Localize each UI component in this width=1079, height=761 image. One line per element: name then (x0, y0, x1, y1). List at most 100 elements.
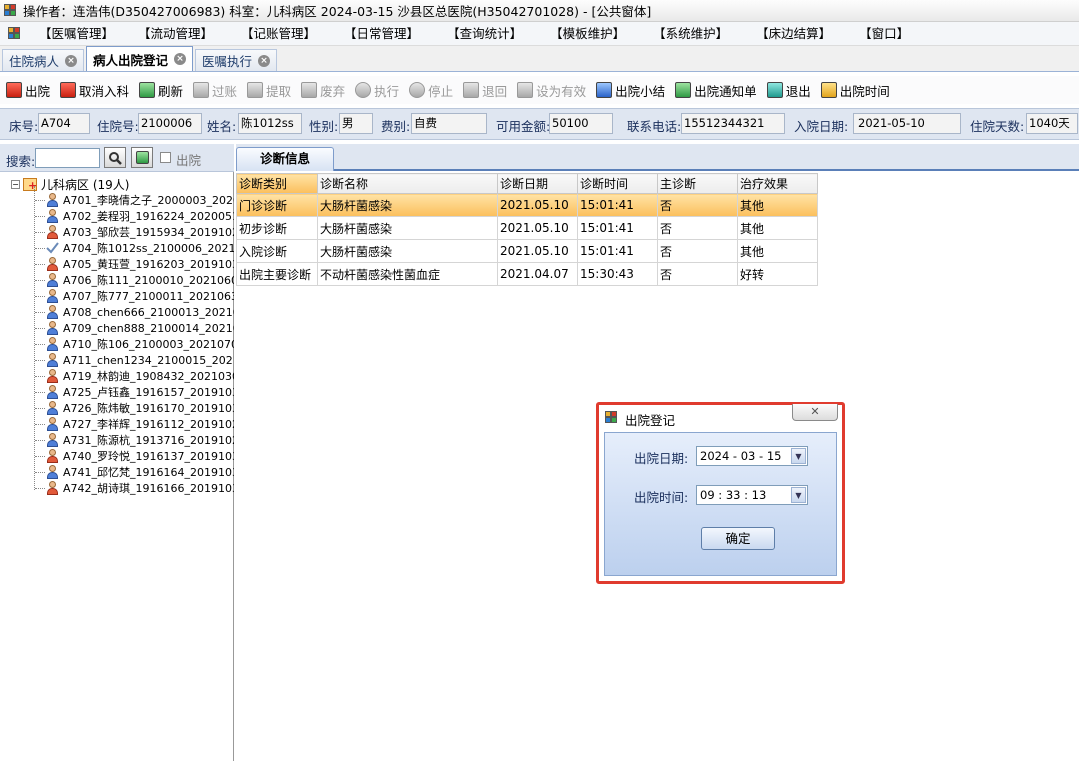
set-valid-button[interactable]: 设为有效 (517, 81, 586, 100)
extract-button[interactable]: 提取 (247, 81, 291, 100)
discharge-date-value: 2024 - 03 - 15 (700, 449, 782, 463)
admission-date-field: 2021-05-10 (853, 113, 961, 134)
menu-item-billing[interactable]: 【记账管理】 (231, 23, 326, 45)
collapse-icon[interactable]: − (11, 179, 20, 189)
stop-button[interactable]: 停止 (409, 81, 453, 100)
refresh-icon (135, 151, 149, 164)
tree-item-patient[interactable]: A719_林韵迪_1908432_20210309 (35, 368, 234, 384)
menu-item-orders[interactable]: 【医嘱管理】 (29, 23, 124, 45)
stay-days-label: 住院天数: (970, 119, 1025, 134)
tree-connector (35, 456, 45, 457)
tree-item-patient[interactable]: A709_chen888_2100014_2021070 (35, 320, 234, 336)
post-button[interactable]: 过账 (193, 81, 237, 100)
table-cell: 门诊诊断 (236, 193, 318, 217)
tree-item-patient[interactable]: A741_邱忆梵_1916164_20191030 (35, 464, 234, 480)
refresh-tree-button[interactable] (131, 147, 153, 168)
tab-diagnosis-info[interactable]: 诊断信息 (236, 147, 334, 171)
tree-item-label: A710_陈106_2100003_20210702_ (63, 338, 234, 351)
tree-item-label: A705_黄珏萱_1916203_20191031 (63, 258, 234, 271)
confirm-button[interactable]: 确定 (701, 527, 775, 550)
tab-discharge-registration[interactable]: 病人出院登记 × (86, 46, 194, 71)
menu-item-template[interactable]: 【模板维护】 (540, 23, 635, 45)
col-header[interactable]: 诊断类别 (236, 173, 318, 194)
tab-order-execution[interactable]: 医嘱执行 × (195, 49, 278, 71)
col-header[interactable]: 治疗效果 (737, 173, 818, 194)
close-icon[interactable]: × (65, 54, 78, 67)
tree-item-patient[interactable]: A705_黄珏萱_1916203_20191031 (35, 256, 234, 272)
discharge-summary-button[interactable]: 出院小结 (596, 81, 665, 100)
button-label: 刷新 (158, 83, 184, 99)
table-cell: 否 (657, 216, 738, 240)
table-cell: 出院主要诊断 (236, 262, 318, 286)
tree-item-patient[interactable]: A740_罗玲悦_1916137_20191030 (35, 448, 234, 464)
col-header[interactable]: 诊断名称 (317, 173, 498, 194)
menu-item-daily[interactable]: 【日常管理】 (334, 23, 429, 45)
tree-item-patient[interactable]: A704_陈1012ss_2100006_202105 (35, 240, 234, 256)
tree-connector (35, 408, 45, 409)
discard-button[interactable]: 废弃 (301, 81, 345, 100)
col-header[interactable]: 诊断日期 (497, 173, 578, 194)
dialog-close-button[interactable]: ✕ (792, 404, 838, 421)
menu-item-flow[interactable]: 【流动管理】 (128, 23, 223, 45)
trash-icon (301, 82, 318, 98)
tree-item-patient[interactable]: A701_李晓倩之子_2000003_2020 (35, 192, 234, 208)
tree-item-patient[interactable]: A702_姜程羽_1916224_20200518 (35, 208, 234, 224)
discharge-notice-button[interactable]: 出院通知单 (675, 81, 757, 100)
table-row[interactable]: 初步诊断 大肠杆菌感染 2021.05.10 15:01:41 否其他 (236, 216, 818, 240)
tree-item-patient[interactable]: A726_陈炜敏_1916170_20191030 (35, 400, 234, 416)
tree-item-patient[interactable]: A731_陈源杭_1913716_20191028 (35, 432, 234, 448)
tree-item-label: A704_陈1012ss_2100006_202105 (63, 242, 234, 255)
menu-item-system[interactable]: 【系统维护】 (643, 23, 738, 45)
refresh-button[interactable]: 刷新 (139, 81, 183, 100)
col-header[interactable]: 诊断时间 (577, 173, 658, 194)
bed-field: A704 (38, 113, 90, 134)
tree-item-patient[interactable]: A703_邹欣芸_1915934_20191026 (35, 224, 234, 240)
name-field: 陈1012ss (238, 113, 302, 134)
table-cell: 否 (657, 193, 738, 217)
cancel-admit-button[interactable]: 取消入科 (60, 81, 129, 100)
tree-item-patient[interactable]: A708_chen666_2100013_2021070 (35, 304, 234, 320)
table-row[interactable]: 出院主要诊断 不动杆菌感染性菌血症 2021.04.07 15:30:43 否好转 (236, 262, 818, 286)
close-icon[interactable]: × (174, 53, 187, 65)
patient-info-bar: 床号: A704 住院号: 2100006 姓名: 陈1012ss 性别: 男 … (0, 108, 1079, 140)
tree-item-label: A707_陈777_2100011_20210630_ (63, 290, 234, 303)
discharge-button[interactable]: 出院 (6, 81, 50, 100)
execute-button[interactable]: 执行 (355, 81, 399, 100)
tree-item-label: A731_陈源杭_1913716_20191028 (63, 434, 234, 447)
tab-inpatients[interactable]: 住院病人 × (2, 49, 85, 71)
tree-item-patient[interactable]: A742_胡诗琪_1916166_20191030 (35, 480, 234, 496)
search-row: 搜索: 出院 (0, 144, 234, 172)
button-label: 提取 (266, 83, 292, 99)
menu-item-query[interactable]: 【查询统计】 (437, 23, 532, 45)
return-button[interactable]: 退回 (463, 81, 507, 100)
chevron-down-icon[interactable]: ▼ (791, 487, 806, 503)
menu-app-icon[interactable] (8, 27, 21, 40)
tree-item-patient[interactable]: A727_李祥辉_1916112_20191029 (35, 416, 234, 432)
discharged-checkbox[interactable] (160, 152, 171, 163)
male-patient-icon (46, 433, 59, 447)
table-row[interactable]: 门诊诊断 大肠杆菌感染 2021.05.10 15:01:41 否其他 (236, 193, 818, 217)
male-patient-icon (46, 337, 59, 351)
chevron-down-icon[interactable]: ▼ (791, 448, 806, 464)
discharge-date-picker[interactable]: 2024 - 03 - 15 ▼ (696, 446, 808, 466)
discharge-time-picker[interactable]: 09 : 33 : 13 ▼ (696, 485, 808, 505)
discharge-time-button[interactable]: 出院时间 (820, 81, 890, 100)
search-input[interactable] (35, 148, 100, 168)
tree-item-patient[interactable]: A710_陈106_2100003_20210702_ (35, 336, 234, 352)
table-row[interactable]: 入院诊断 大肠杆菌感染 2021.05.10 15:01:41 否其他 (236, 239, 818, 263)
menu-item-bedside[interactable]: 【床边结算】 (746, 23, 841, 45)
stay-days-field: 1040天 (1026, 113, 1078, 134)
tree-root[interactable]: − + 儿科病区 (19人) (11, 176, 129, 192)
menu-item-window[interactable]: 【窗口】 (849, 23, 919, 45)
tree-item-patient[interactable]: A706_陈111_2100010_20210601_ (35, 272, 234, 288)
search-button[interactable] (104, 147, 126, 168)
tree-item-patient[interactable]: A711_chen1234_2100015_202107 (35, 352, 234, 368)
col-header[interactable]: 主诊断 (657, 173, 738, 194)
close-icon[interactable]: × (258, 54, 271, 67)
tree-item-label: A719_林韵迪_1908432_20210309 (63, 370, 234, 383)
tree-item-patient[interactable]: A707_陈777_2100011_20210630_ (35, 288, 234, 304)
tree-item-patient[interactable]: A725_卢钰鑫_1916157_20191030 (35, 384, 234, 400)
table-cell: 大肠杆菌感染 (317, 193, 498, 217)
exit-button[interactable]: 退出 (766, 81, 811, 100)
summary-icon (596, 82, 613, 98)
